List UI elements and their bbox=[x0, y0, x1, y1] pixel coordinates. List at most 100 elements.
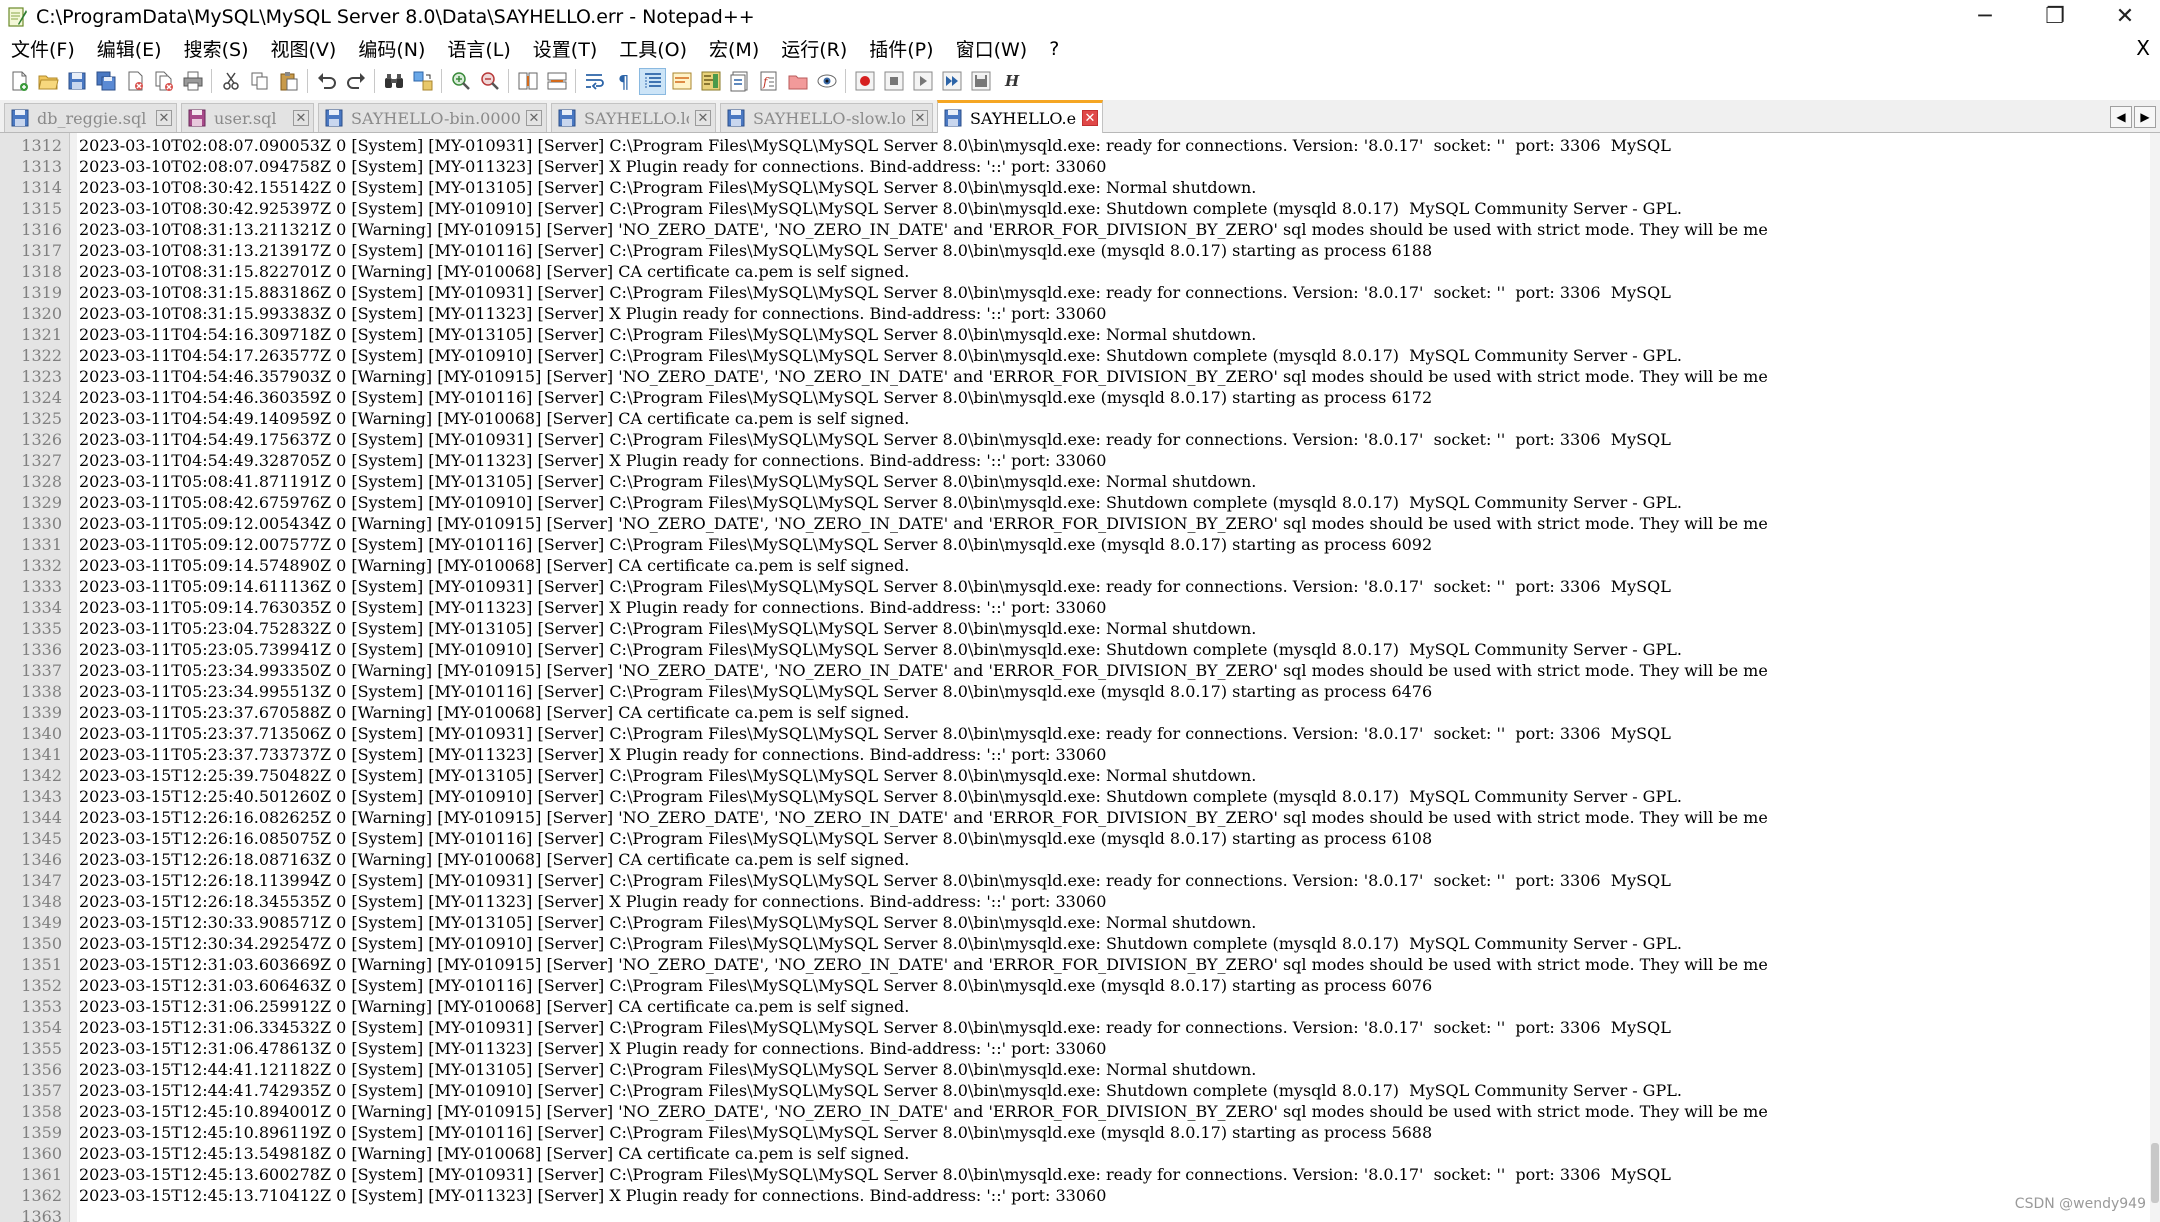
code-line[interactable]: 1357 2023-03-15T12:44:41.742935Z 0 [Syste… bbox=[0, 1080, 2150, 1101]
menu-view[interactable]: 视图(V) bbox=[260, 35, 348, 62]
tab-scroll-right-button[interactable]: ▶ bbox=[2134, 106, 2156, 128]
sync-v-icon[interactable] bbox=[515, 69, 540, 94]
code-line[interactable]: 1354 2023-03-15T12:31:06.334532Z 0 [Syste… bbox=[0, 1017, 2150, 1038]
tab-sayhello-slow-log[interactable]: SAYHELLO-slow.log ✕ bbox=[720, 103, 933, 132]
print-icon[interactable] bbox=[180, 69, 205, 94]
menu-encoding[interactable]: 编码(N) bbox=[347, 35, 436, 62]
tab-user-sql[interactable]: user.sql ✕ bbox=[181, 103, 314, 132]
code-line[interactable]: 1323 2023-03-11T04:54:46.357903Z 0 [Warni… bbox=[0, 366, 2150, 387]
menu-search[interactable]: 搜索(S) bbox=[173, 35, 260, 62]
code-line[interactable]: 1341 2023-03-11T05:23:37.733737Z 0 [Syste… bbox=[0, 744, 2150, 765]
tab-scroll-left-button[interactable]: ◀ bbox=[2110, 106, 2132, 128]
code-line[interactable]: 1324 2023-03-11T04:54:46.360359Z 0 [Syste… bbox=[0, 387, 2150, 408]
code-line[interactable]: 1312 2023-03-10T02:08:07.090053Z 0 [Syste… bbox=[0, 135, 2150, 156]
run-macro-multiple-icon[interactable] bbox=[939, 69, 964, 94]
undo-icon[interactable] bbox=[314, 69, 339, 94]
indent-guide-icon[interactable] bbox=[639, 67, 666, 95]
open-icon[interactable] bbox=[35, 69, 60, 94]
vertical-scrollbar[interactable] bbox=[2150, 133, 2160, 1222]
code-line[interactable]: 1326 2023-03-11T04:54:49.175637Z 0 [Syste… bbox=[0, 429, 2150, 450]
show-all-chars-icon[interactable]: ¶ bbox=[611, 69, 636, 94]
close-all-icon[interactable] bbox=[151, 69, 176, 94]
code-line[interactable]: 1330 2023-03-11T05:09:12.005434Z 0 [Warni… bbox=[0, 513, 2150, 534]
udl-icon[interactable] bbox=[669, 69, 694, 94]
menu-edit[interactable]: 编辑(E) bbox=[86, 35, 173, 62]
tab-sayhello-log[interactable]: SAYHELLO.log ✕ bbox=[551, 103, 716, 132]
code-line[interactable]: 1319 2023-03-10T08:31:15.883186Z 0 [Syste… bbox=[0, 282, 2150, 303]
word-wrap-icon[interactable] bbox=[582, 69, 607, 94]
tab-sayhello-bin[interactable]: SAYHELLO-bin.000096 ✕ bbox=[318, 103, 547, 132]
code-line[interactable]: 1350 2023-03-15T12:30:34.292547Z 0 [Syste… bbox=[0, 933, 2150, 954]
code-line[interactable]: 1332 2023-03-11T05:09:14.574890Z 0 [Warni… bbox=[0, 555, 2150, 576]
save-macro-icon[interactable] bbox=[968, 69, 993, 94]
save-icon[interactable] bbox=[64, 69, 89, 94]
code-line[interactable]: 1313 2023-03-10T02:08:07.094758Z 0 [Syste… bbox=[0, 156, 2150, 177]
new-icon[interactable] bbox=[6, 69, 31, 94]
save-all-icon[interactable] bbox=[93, 69, 118, 94]
play-macro-icon[interactable] bbox=[910, 69, 935, 94]
code-line[interactable]: 1333 2023-03-11T05:09:14.611136Z 0 [Syste… bbox=[0, 576, 2150, 597]
cut-icon[interactable] bbox=[218, 69, 243, 94]
code-line[interactable]: 1325 2023-03-11T04:54:49.140959Z 0 [Warni… bbox=[0, 408, 2150, 429]
find-icon[interactable] bbox=[381, 69, 406, 94]
code-line[interactable]: 1331 2023-03-11T05:09:12.007577Z 0 [Syste… bbox=[0, 534, 2150, 555]
code-line[interactable]: 1328 2023-03-11T05:08:41.871191Z 0 [Syste… bbox=[0, 471, 2150, 492]
code-line[interactable]: 1327 2023-03-11T04:54:49.328705Z 0 [Syste… bbox=[0, 450, 2150, 471]
code-line[interactable]: 1317 2023-03-10T08:31:13.213917Z 0 [Syste… bbox=[0, 240, 2150, 261]
stop-record-icon[interactable] bbox=[881, 69, 906, 94]
menu-help[interactable]: ? bbox=[1038, 38, 1070, 60]
code-line[interactable]: 1335 2023-03-11T05:23:04.752832Z 0 [Syste… bbox=[0, 618, 2150, 639]
replace-icon[interactable] bbox=[410, 69, 435, 94]
folder-workspace-icon[interactable] bbox=[785, 69, 810, 94]
code-line[interactable]: 1329 2023-03-11T05:08:42.675976Z 0 [Syste… bbox=[0, 492, 2150, 513]
doc-list-icon[interactable] bbox=[727, 69, 752, 94]
doc-map-icon[interactable] bbox=[698, 69, 723, 94]
menu-file[interactable]: 文件(F) bbox=[0, 35, 86, 62]
code-line[interactable]: 1314 2023-03-10T08:30:42.155142Z 0 [Syste… bbox=[0, 177, 2150, 198]
record-macro-icon[interactable] bbox=[852, 69, 877, 94]
menu-window[interactable]: 窗口(W) bbox=[945, 35, 1039, 62]
tab-close-icon[interactable]: ✕ bbox=[293, 110, 309, 126]
code-line[interactable]: 1337 2023-03-11T05:23:34.993350Z 0 [Warni… bbox=[0, 660, 2150, 681]
code-line[interactable]: 1322 2023-03-11T04:54:17.263577Z 0 [Syste… bbox=[0, 345, 2150, 366]
code-line[interactable]: 1348 2023-03-15T12:26:18.345535Z 0 [Syste… bbox=[0, 891, 2150, 912]
code-line[interactable]: 1362 2023-03-15T12:45:13.710412Z 0 [Syste… bbox=[0, 1185, 2150, 1206]
code-line[interactable]: 1356 2023-03-15T12:44:41.121182Z 0 [Syste… bbox=[0, 1059, 2150, 1080]
menu-plugins[interactable]: 插件(P) bbox=[858, 35, 944, 62]
code-line[interactable]: 1339 2023-03-11T05:23:37.670588Z 0 [Warni… bbox=[0, 702, 2150, 723]
code-line[interactable]: 1340 2023-03-11T05:23:37.713506Z 0 [Syste… bbox=[0, 723, 2150, 744]
code-line[interactable]: 1355 2023-03-15T12:31:06.478613Z 0 [Syste… bbox=[0, 1038, 2150, 1059]
function-list-icon[interactable]: f bbox=[756, 69, 781, 94]
tab-close-icon[interactable]: ✕ bbox=[912, 110, 928, 126]
close-file-icon[interactable] bbox=[122, 69, 147, 94]
menu-macro[interactable]: 宏(M) bbox=[698, 35, 770, 62]
tab-close-icon[interactable]: ✕ bbox=[526, 110, 542, 126]
code-line[interactable]: 1352 2023-03-15T12:31:03.606463Z 0 [Syste… bbox=[0, 975, 2150, 996]
sync-h-icon[interactable] bbox=[544, 69, 569, 94]
code-line[interactable]: 1343 2023-03-15T12:25:40.501260Z 0 [Syste… bbox=[0, 786, 2150, 807]
redo-icon[interactable] bbox=[343, 69, 368, 94]
tab-sayhello-err[interactable]: SAYHELLO.err ✕ bbox=[937, 100, 1103, 133]
menu-language[interactable]: 语言(L) bbox=[436, 35, 521, 62]
code-line[interactable]: 1320 2023-03-10T08:31:15.993383Z 0 [Syste… bbox=[0, 303, 2150, 324]
zoom-in-icon[interactable] bbox=[448, 69, 473, 94]
tab-close-icon[interactable]: ✕ bbox=[156, 110, 172, 126]
code-line[interactable]: 1318 2023-03-10T08:31:15.822701Z 0 [Warni… bbox=[0, 261, 2150, 282]
code-line[interactable]: 1344 2023-03-15T12:26:16.082625Z 0 [Warni… bbox=[0, 807, 2150, 828]
tab-close-icon[interactable]: ✕ bbox=[1082, 110, 1098, 126]
minimize-button[interactable]: ─ bbox=[1950, 0, 2020, 33]
code-line[interactable]: 1316 2023-03-10T08:31:13.211321Z 0 [Warni… bbox=[0, 219, 2150, 240]
code-line[interactable]: 1342 2023-03-15T12:25:39.750482Z 0 [Syste… bbox=[0, 765, 2150, 786]
zoom-out-icon[interactable] bbox=[477, 69, 502, 94]
menu-settings[interactable]: 设置(T) bbox=[522, 35, 608, 62]
menu-run[interactable]: 运行(R) bbox=[770, 35, 858, 62]
code-line[interactable]: 1347 2023-03-15T12:26:18.113994Z 0 [Syste… bbox=[0, 870, 2150, 891]
tab-db-reggie[interactable]: db_reggie.sql ✕ bbox=[4, 103, 177, 132]
code-line[interactable]: 1345 2023-03-15T12:26:16.085075Z 0 [Syste… bbox=[0, 828, 2150, 849]
code-line[interactable]: 1351 2023-03-15T12:31:03.603669Z 0 [Warni… bbox=[0, 954, 2150, 975]
code-line[interactable]: 1334 2023-03-11T05:09:14.763035Z 0 [Syste… bbox=[0, 597, 2150, 618]
code-line[interactable]: 1338 2023-03-11T05:23:34.995513Z 0 [Syste… bbox=[0, 681, 2150, 702]
close-document-button[interactable]: X bbox=[2136, 36, 2150, 60]
code-line[interactable]: 1361 2023-03-15T12:45:13.600278Z 0 [Syste… bbox=[0, 1164, 2150, 1185]
code-line[interactable]: 1358 2023-03-15T12:45:10.894001Z 0 [Warni… bbox=[0, 1101, 2150, 1122]
